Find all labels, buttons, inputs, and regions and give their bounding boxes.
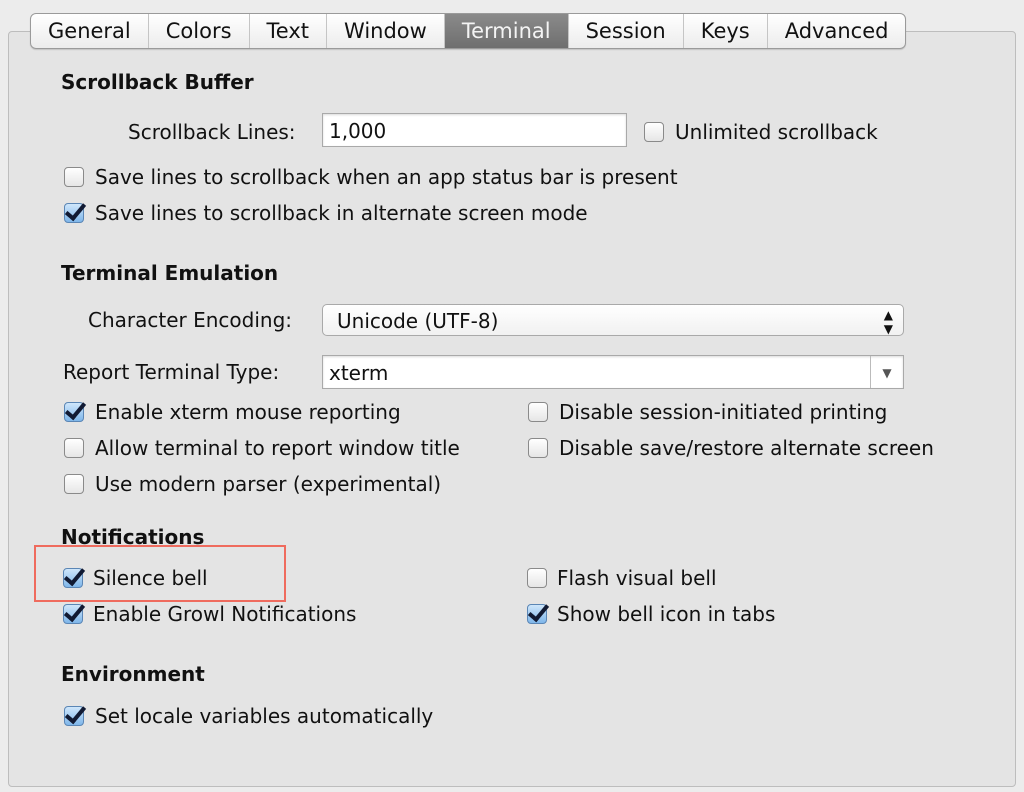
unlimited-scrollback-label: Unlimited scrollback	[675, 120, 878, 144]
terminal-type-combobox[interactable]: xterm ▼	[322, 355, 904, 389]
tab-terminal[interactable]: Terminal	[444, 14, 569, 48]
tab-general[interactable]: General	[31, 14, 149, 48]
terminal-emulation-heading: Terminal Emulation	[61, 261, 279, 285]
growl-notifications-checkbox[interactable]	[63, 604, 83, 624]
scrollback-heading: Scrollback Buffer	[61, 70, 254, 94]
tab-bar: General Colors Text Window Terminal Sess…	[30, 13, 907, 49]
report-window-title-label: Allow terminal to report window title	[95, 436, 460, 460]
locale-variables-checkbox[interactable]	[64, 706, 84, 726]
report-terminal-type-label: Report Terminal Type:	[63, 360, 280, 384]
disable-alternate-screen-label: Disable save/restore alternate screen	[559, 436, 934, 460]
flash-visual-bell-checkbox[interactable]	[527, 568, 547, 588]
bell-icon-in-tabs-label: Show bell icon in tabs	[557, 602, 776, 626]
scrollback-lines-label: Scrollback Lines:	[128, 120, 296, 144]
flash-visual-bell-label: Flash visual bell	[557, 566, 717, 590]
disable-printing-checkbox[interactable]	[528, 402, 548, 422]
unlimited-scrollback-checkbox[interactable]	[644, 122, 664, 142]
environment-heading: Environment	[61, 662, 205, 686]
status-bar-scrollback-label: Save lines to scrollback when an app sta…	[95, 165, 678, 189]
alternate-screen-scrollback-label: Save lines to scrollback in alternate sc…	[95, 201, 588, 225]
up-down-arrows-icon: ▲ ▼	[883, 308, 893, 336]
growl-notifications-label: Enable Growl Notifications	[93, 602, 357, 626]
report-window-title-checkbox[interactable]	[64, 438, 84, 458]
character-encoding-value: Unicode (UTF-8)	[337, 309, 499, 333]
status-bar-scrollback-checkbox[interactable]	[64, 167, 84, 187]
mouse-reporting-label: Enable xterm mouse reporting	[95, 400, 401, 424]
mouse-reporting-checkbox[interactable]	[64, 402, 84, 422]
chevron-down-icon[interactable]: ▼	[870, 356, 903, 388]
alternate-screen-scrollback-checkbox[interactable]	[64, 203, 84, 223]
tab-colors[interactable]: Colors	[149, 14, 250, 48]
modern-parser-label: Use modern parser (experimental)	[95, 472, 442, 496]
disable-alternate-screen-checkbox[interactable]	[528, 438, 548, 458]
tab-session[interactable]: Session	[569, 14, 684, 48]
character-encoding-label: Character Encoding:	[88, 308, 293, 332]
scrollback-lines-input[interactable]: 1,000	[322, 113, 627, 147]
tab-window[interactable]: Window	[327, 14, 445, 48]
disable-printing-label: Disable session-initiated printing	[559, 400, 888, 424]
locale-variables-label: Set locale variables automatically	[95, 704, 434, 728]
highlight-box	[34, 545, 286, 602]
tab-advanced[interactable]: Advanced	[768, 14, 906, 48]
terminal-type-value: xterm	[329, 361, 389, 385]
tab-text[interactable]: Text	[250, 14, 328, 48]
bell-icon-in-tabs-checkbox[interactable]	[527, 604, 547, 624]
tab-keys[interactable]: Keys	[684, 14, 768, 48]
character-encoding-select[interactable]: Unicode (UTF-8) ▲ ▼	[322, 304, 904, 336]
modern-parser-checkbox[interactable]	[64, 474, 84, 494]
